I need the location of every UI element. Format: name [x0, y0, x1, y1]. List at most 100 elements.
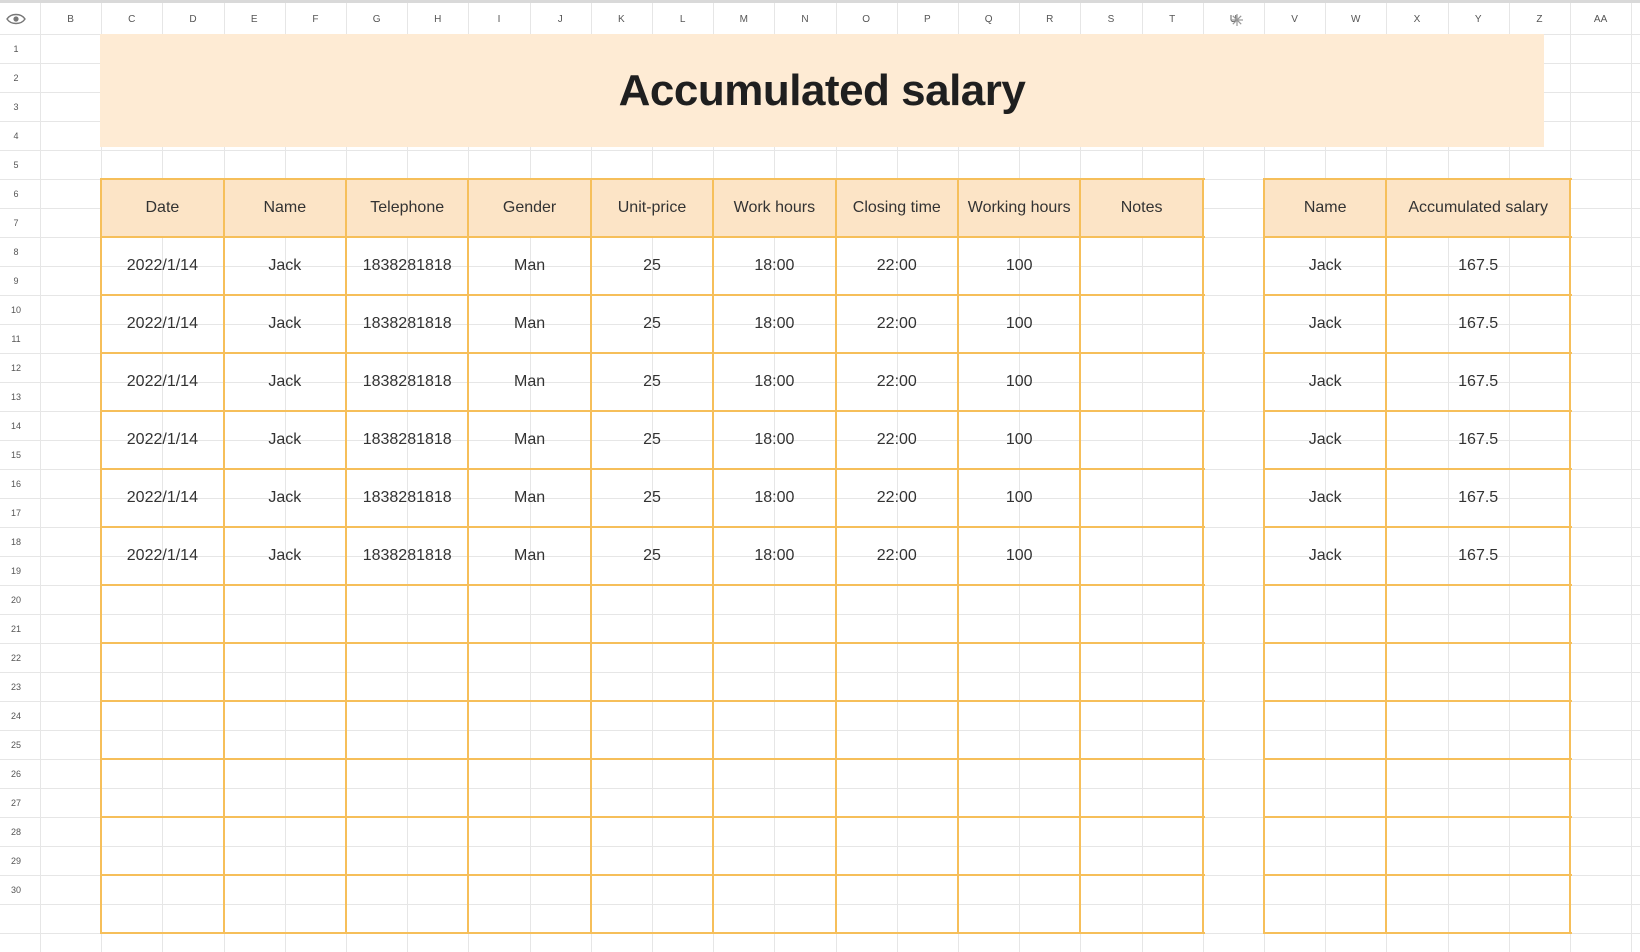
row-header[interactable]: 7: [0, 208, 32, 237]
column-header[interactable]: E: [224, 4, 285, 34]
row-header[interactable]: 24: [0, 701, 32, 730]
table-cell[interactable]: [1386, 759, 1570, 817]
table-cell[interactable]: [1386, 817, 1570, 875]
table-cell[interactable]: Jack: [1264, 353, 1386, 411]
table-cell[interactable]: 2022/1/14: [101, 527, 223, 585]
table-cell[interactable]: 2022/1/14: [101, 237, 223, 295]
row-header[interactable]: 12: [0, 353, 32, 382]
column-heading[interactable]: Unit-price: [591, 179, 713, 237]
table-cell[interactable]: [713, 701, 835, 759]
row-header[interactable]: 17: [0, 498, 32, 527]
table-cell[interactable]: [101, 759, 223, 817]
table-cell[interactable]: 18:00: [713, 411, 835, 469]
table-cell[interactable]: [958, 817, 1080, 875]
table-cell[interactable]: Jack: [1264, 469, 1386, 527]
table-cell[interactable]: [591, 817, 713, 875]
table-cell[interactable]: [713, 817, 835, 875]
table-cell[interactable]: 100: [958, 411, 1080, 469]
table-cell[interactable]: [224, 759, 346, 817]
table-cell[interactable]: Jack: [1264, 295, 1386, 353]
column-header[interactable]: R: [1019, 4, 1080, 34]
table-cell[interactable]: Jack: [224, 353, 346, 411]
table-cell[interactable]: [101, 585, 223, 643]
table-cell[interactable]: 167.5: [1386, 469, 1570, 527]
table-cell[interactable]: 100: [958, 295, 1080, 353]
row-header[interactable]: 30: [0, 875, 32, 904]
table-cell[interactable]: [958, 643, 1080, 701]
column-header[interactable]: N: [774, 4, 835, 34]
table-cell[interactable]: 25: [591, 295, 713, 353]
table-cell[interactable]: 2022/1/14: [101, 411, 223, 469]
row-header[interactable]: 25: [0, 730, 32, 759]
row-header[interactable]: 9: [0, 266, 32, 295]
table-cell[interactable]: [1080, 527, 1202, 585]
row-header[interactable]: 18: [0, 527, 32, 556]
table-cell[interactable]: [958, 875, 1080, 933]
table-cell[interactable]: 22:00: [836, 353, 958, 411]
table-cell[interactable]: 22:00: [836, 411, 958, 469]
table-cell[interactable]: [468, 875, 590, 933]
table-cell[interactable]: Jack: [224, 527, 346, 585]
row-header[interactable]: 26: [0, 759, 32, 788]
table-cell[interactable]: [1264, 875, 1386, 933]
table-cell[interactable]: [713, 759, 835, 817]
table-cell[interactable]: [1386, 585, 1570, 643]
table-cell[interactable]: Jack: [1264, 527, 1386, 585]
table-cell[interactable]: [346, 875, 468, 933]
table-cell[interactable]: [1386, 875, 1570, 933]
table-cell[interactable]: [958, 585, 1080, 643]
table-cell[interactable]: [836, 643, 958, 701]
column-heading[interactable]: Name: [1264, 179, 1386, 237]
column-header[interactable]: F: [285, 4, 346, 34]
table-cell[interactable]: 2022/1/14: [101, 295, 223, 353]
table-cell[interactable]: [1264, 643, 1386, 701]
row-header[interactable]: 16: [0, 469, 32, 498]
table-cell[interactable]: [224, 701, 346, 759]
table-cell[interactable]: 100: [958, 469, 1080, 527]
column-heading[interactable]: Gender: [468, 179, 590, 237]
table-cell[interactable]: 25: [591, 353, 713, 411]
table-cell[interactable]: 2022/1/14: [101, 469, 223, 527]
table-cell[interactable]: Jack: [1264, 237, 1386, 295]
table-cell[interactable]: Jack: [1264, 411, 1386, 469]
table-cell[interactable]: Man: [468, 237, 590, 295]
column-header[interactable]: O: [836, 4, 897, 34]
table-cell[interactable]: Man: [468, 411, 590, 469]
table-cell[interactable]: [1386, 701, 1570, 759]
table-cell[interactable]: 167.5: [1386, 411, 1570, 469]
column-header[interactable]: M: [713, 4, 774, 34]
table-cell[interactable]: [713, 875, 835, 933]
row-header[interactable]: 3: [0, 92, 32, 121]
table-cell[interactable]: [1080, 875, 1202, 933]
column-header[interactable]: V: [1264, 4, 1325, 34]
table-cell[interactable]: [224, 875, 346, 933]
table-cell[interactable]: [1080, 585, 1202, 643]
table-cell[interactable]: [958, 759, 1080, 817]
table-cell[interactable]: Man: [468, 353, 590, 411]
table-cell[interactable]: Jack: [224, 237, 346, 295]
table-cell[interactable]: 25: [591, 527, 713, 585]
table-cell[interactable]: [101, 875, 223, 933]
table-cell[interactable]: [958, 701, 1080, 759]
row-header[interactable]: 2: [0, 63, 32, 92]
row-header[interactable]: 5: [0, 150, 32, 179]
column-header[interactable]: B: [40, 4, 101, 34]
table-cell[interactable]: 1838281818: [346, 353, 468, 411]
table-cell[interactable]: [1080, 295, 1202, 353]
row-header[interactable]: 19: [0, 556, 32, 585]
table-cell[interactable]: [1264, 701, 1386, 759]
table-cell[interactable]: [1386, 643, 1570, 701]
table-cell[interactable]: 1838281818: [346, 527, 468, 585]
row-header[interactable]: 23: [0, 672, 32, 701]
table-cell[interactable]: 100: [958, 353, 1080, 411]
table-cell[interactable]: 167.5: [1386, 527, 1570, 585]
column-header[interactable]: S: [1080, 4, 1141, 34]
table-cell[interactable]: 167.5: [1386, 237, 1570, 295]
table-cell[interactable]: [1080, 759, 1202, 817]
column-heading[interactable]: Date: [101, 179, 223, 237]
column-header[interactable]: AB: [1631, 4, 1640, 34]
row-header[interactable]: 27: [0, 788, 32, 817]
table-cell[interactable]: [836, 759, 958, 817]
table-cell[interactable]: Jack: [224, 411, 346, 469]
table-cell[interactable]: [346, 643, 468, 701]
